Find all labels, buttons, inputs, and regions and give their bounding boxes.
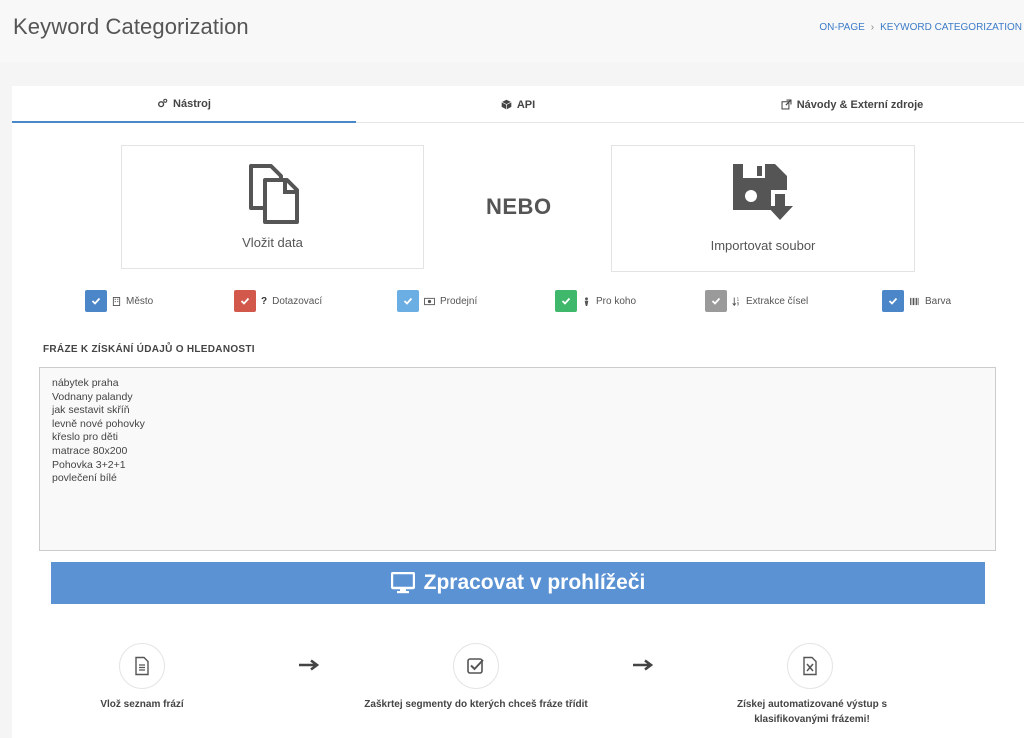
checkbox[interactable]: [705, 290, 727, 312]
sort-numeric-icon: 19: [732, 297, 740, 306]
tab-label: Nástroj: [173, 97, 211, 110]
segment-label: Barva: [925, 295, 952, 307]
building-icon: [112, 296, 121, 306]
person-icon: [584, 296, 589, 306]
step-2-text: Zaškrtej segmenty do kterých chceš fráze…: [364, 699, 588, 710]
check-icon: [888, 297, 898, 305]
tab-label: API: [516, 98, 536, 111]
check-icon: [240, 297, 250, 305]
paste-data-label: Vložit data: [242, 235, 303, 250]
tab-api[interactable]: API: [356, 86, 680, 123]
desktop-icon: [390, 572, 415, 594]
import-file-box[interactable]: Importovat soubor: [611, 145, 915, 272]
check-icon: [403, 297, 413, 305]
segment-label: Extrakce čísel: [746, 295, 809, 307]
breadcrumb-item-keyword-categorization[interactable]: KEYWORD CATEGORIZATION: [880, 22, 1022, 33]
segment-barva[interactable]: Barva: [882, 289, 951, 313]
tab-nastroj[interactable]: Nástroj: [12, 86, 356, 123]
segment-label: Prodejní: [440, 295, 478, 307]
svg-text:9: 9: [737, 301, 740, 305]
or-separator: NEBO: [486, 194, 552, 219]
checkbox[interactable]: [85, 290, 107, 312]
step-1-circle: [119, 643, 165, 689]
process-in-browser-button[interactable]: Zpracovat v prohlížeči: [51, 562, 985, 604]
tab-navody[interactable]: Návody & Externí zdroje: [680, 86, 1024, 123]
step-3-circle: [787, 643, 833, 689]
phrases-section-title: FRÁZE K ZÍSKÁNÍ ÚDAJŮ O HLEDANOSTI: [43, 344, 255, 355]
checkbox[interactable]: [882, 290, 904, 312]
segment-dotazovaci[interactable]: ? Dotazovací: [234, 289, 322, 313]
arrow-right-icon: [299, 659, 320, 671]
main-card: Nástroj API Návody & Externí zdroje Vlož…: [12, 86, 1024, 738]
segment-label: Pro koho: [596, 295, 637, 307]
segment-mesto[interactable]: Město: [85, 289, 153, 313]
gears-icon: [158, 98, 168, 108]
money-icon: [424, 297, 435, 305]
question-icon: ?: [261, 295, 268, 307]
checkbox[interactable]: [234, 290, 256, 312]
cube-icon: [501, 99, 512, 110]
check-icon: [711, 297, 721, 305]
page-header: Keyword Categorization ON-PAGE › KEYWORD…: [0, 0, 1024, 62]
check-icon: [561, 297, 571, 305]
tab-bar: Nástroj API Návody & Externí zdroje: [12, 86, 1024, 123]
segment-label: Město: [126, 295, 154, 307]
phrases-textarea[interactable]: nábytek praha Vodnany palandy jak sestav…: [39, 367, 996, 551]
breadcrumb-item-on-page[interactable]: ON-PAGE: [819, 22, 864, 33]
process-button-label: Zpracovat v prohlížeči: [423, 571, 646, 594]
arrow-right-icon: [633, 659, 654, 671]
segment-pro-koho[interactable]: Pro koho: [555, 289, 636, 313]
checkbox[interactable]: [555, 290, 577, 312]
checkbox-icon: [467, 658, 484, 674]
segment-checkboxes: Město ? Dotazovací Prodejní Pro koho 19 …: [12, 289, 1024, 313]
segment-prodejni[interactable]: Prodejní: [397, 289, 477, 313]
excel-file-icon: [803, 656, 817, 676]
external-link-icon: [781, 99, 792, 110]
barcode-icon: [910, 297, 919, 305]
copy-icon: [248, 164, 299, 224]
paste-data-box[interactable]: Vložit data: [121, 145, 424, 269]
segment-label: Dotazovací: [272, 295, 323, 307]
check-icon: [91, 297, 101, 305]
step-1-text: Vlož seznam frází: [100, 699, 184, 710]
checkbox[interactable]: [397, 290, 419, 312]
tab-label: Návody & Externí zdroje: [796, 98, 924, 111]
step-3-text: Získej automatizované výstup s klasifiko…: [736, 699, 888, 725]
breadcrumb: ON-PAGE › KEYWORD CATEGORIZATION: [819, 22, 1022, 33]
segment-extrakce-cisel[interactable]: 19 Extrakce čísel: [705, 289, 808, 313]
step-2-circle: [453, 643, 499, 689]
breadcrumb-separator-icon: ›: [870, 22, 875, 33]
save-download-icon: [733, 164, 793, 220]
document-icon: [135, 656, 149, 676]
page-title: Keyword Categorization: [13, 14, 249, 39]
import-file-label: Importovat soubor: [710, 238, 816, 253]
